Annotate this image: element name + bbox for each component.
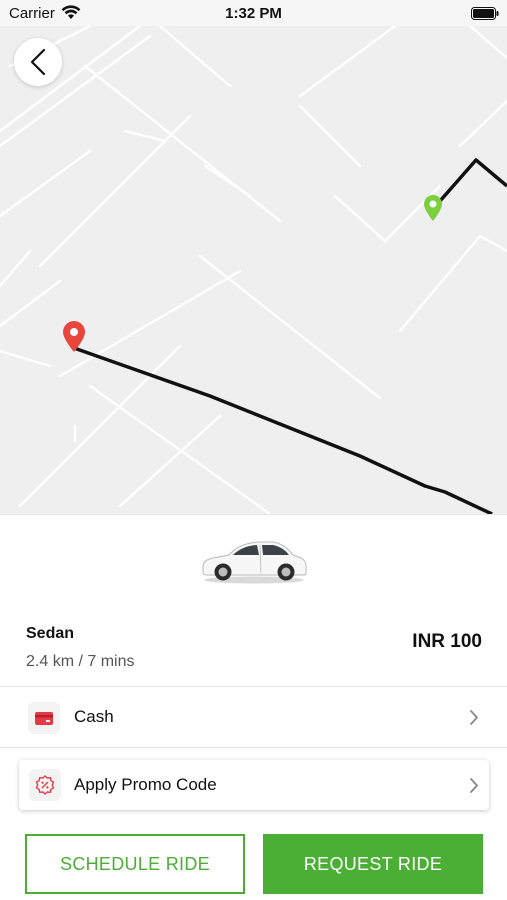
route-line-upper [431, 158, 507, 211]
ride-details-sheet: Sedan 2.4 km / 7 mins INR 100 Cash Apply [0, 514, 507, 900]
trip-distance-time: 2.4 km / 7 mins [26, 653, 135, 670]
card-icon [28, 702, 60, 734]
chevron-right-icon [470, 778, 478, 793]
map-view[interactable] [0, 26, 507, 514]
payment-method-row[interactable]: Cash [0, 690, 507, 746]
request-ride-button[interactable]: REQUEST RIDE [263, 834, 483, 894]
status-bar: Carrier 1:32 PM [0, 0, 507, 26]
green-pin-icon [424, 195, 442, 221]
map-canvas [0, 26, 507, 514]
back-button[interactable] [14, 38, 62, 86]
promo-badge-icon [29, 769, 61, 801]
vehicle-name: Sedan [26, 625, 75, 642]
fare-amount: INR 100 [412, 631, 482, 652]
battery-icon [471, 7, 499, 20]
red-pin-icon [63, 321, 85, 352]
map-roads [0, 26, 507, 514]
payment-method-label: Cash [74, 707, 114, 726]
schedule-ride-button[interactable]: SCHEDULE RIDE [25, 834, 245, 894]
apply-promo-code-row[interactable]: Apply Promo Code [19, 760, 489, 810]
sedan-car-image [202, 541, 307, 584]
divider [0, 747, 507, 748]
chevron-left-icon [30, 48, 46, 76]
route-line-lower [73, 346, 493, 514]
status-time: 1:32 PM [225, 5, 282, 22]
divider [0, 686, 507, 687]
chevron-right-icon [470, 710, 478, 725]
promo-code-label: Apply Promo Code [74, 775, 217, 794]
